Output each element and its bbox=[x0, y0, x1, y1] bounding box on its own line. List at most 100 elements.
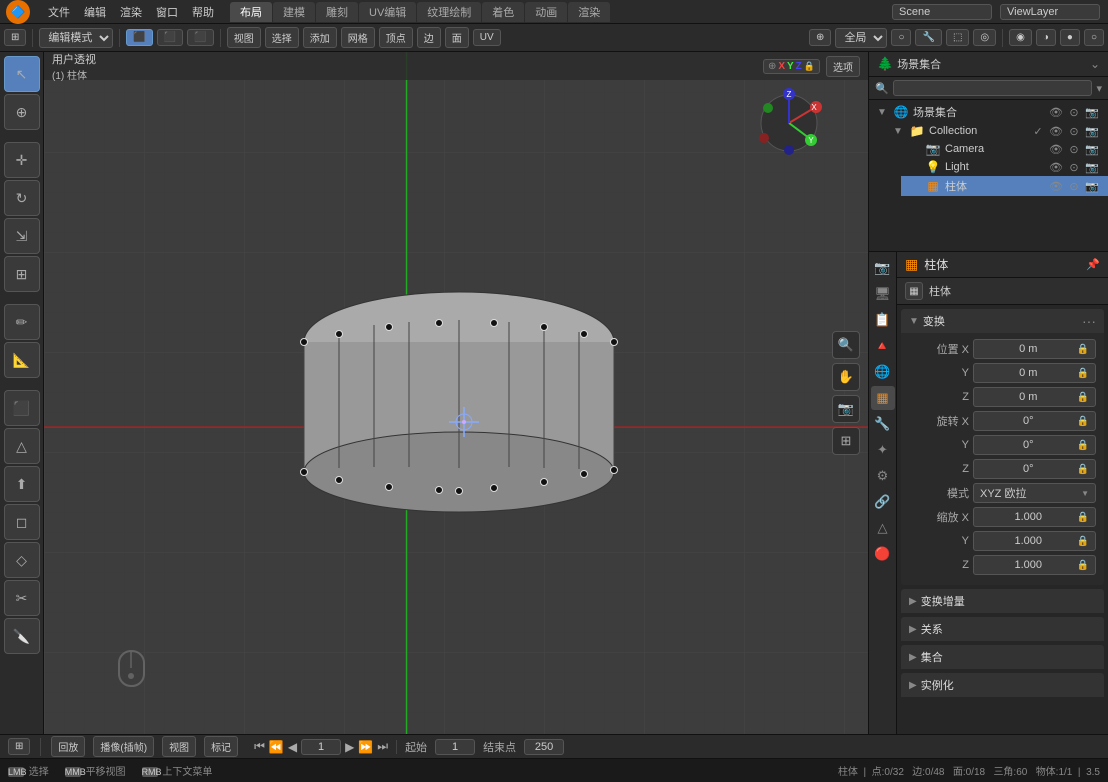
pan-btn[interactable]: ✋ bbox=[832, 363, 860, 391]
viewport-shading-1[interactable]: ◉ bbox=[1009, 29, 1032, 46]
prop-tab-modifier[interactable]: 🔧 bbox=[871, 412, 895, 436]
scale-x-field[interactable]: 1.000 🔒 bbox=[973, 507, 1096, 527]
scene-name-input[interactable] bbox=[892, 4, 992, 20]
menu-window[interactable]: 窗口 bbox=[150, 2, 184, 22]
cyl-sel-icon[interactable]: ⊙ bbox=[1066, 180, 1082, 193]
transform-options[interactable]: ··· bbox=[1082, 313, 1096, 329]
cyl-vis-icon[interactable]: 👁 bbox=[1048, 180, 1064, 193]
step-back-btn[interactable]: ◀ bbox=[288, 740, 297, 754]
rot-x-lock[interactable]: 🔒 bbox=[1077, 416, 1089, 427]
outliner-collection[interactable]: ▼ 📁 Collection ✓ 👁 ⊙ 📷 bbox=[885, 122, 1108, 140]
relations-header[interactable]: ▶ 关系 bbox=[901, 617, 1104, 641]
end-frame-field[interactable]: 250 bbox=[524, 739, 564, 755]
prop-tab-particles[interactable]: ✦ bbox=[871, 438, 895, 462]
annotate-tool[interactable]: ✏ bbox=[4, 304, 40, 340]
jump-back-btn[interactable]: ⏪ bbox=[269, 740, 284, 754]
z-axis-btn[interactable]: Z bbox=[796, 61, 802, 72]
menu-edit[interactable]: 编辑 bbox=[78, 2, 112, 22]
rotate-tool[interactable]: ↻ bbox=[4, 180, 40, 216]
pos-y-field[interactable]: 0 m 🔒 bbox=[973, 363, 1096, 383]
step-fwd-btn[interactable]: ⏩ bbox=[358, 740, 373, 754]
light-sel-icon[interactable]: ⊙ bbox=[1066, 161, 1082, 174]
workspace-tab-layout[interactable]: 布局 bbox=[230, 2, 272, 22]
xray-btn[interactable]: ◎ bbox=[973, 29, 996, 46]
viewport-options-btn[interactable]: 选项 bbox=[826, 56, 860, 77]
workspace-tab-modeling[interactable]: 建模 bbox=[273, 2, 315, 22]
playback-btn[interactable]: 回放 bbox=[51, 736, 85, 757]
cam-vis-icon[interactable]: 👁 bbox=[1048, 143, 1064, 156]
select-tool[interactable]: ↖ bbox=[4, 56, 40, 92]
render-icon[interactable]: 📷 bbox=[1084, 106, 1100, 119]
cam-sel-icon[interactable]: ⊙ bbox=[1066, 143, 1082, 156]
scale-x-lock[interactable]: 🔒 bbox=[1077, 512, 1089, 523]
menu-render[interactable]: 渲染 bbox=[114, 2, 148, 22]
extrude-tool[interactable]: ⬆ bbox=[4, 466, 40, 502]
workspace-tab-animation[interactable]: 动画 bbox=[525, 2, 567, 22]
outliner-camera[interactable]: ▶ 📷 Camera 👁 ⊙ 📷 bbox=[901, 140, 1108, 158]
outliner-options[interactable]: ⌄ bbox=[1090, 57, 1100, 71]
edge-menu-btn[interactable]: 边 bbox=[417, 27, 441, 48]
move-tool[interactable]: ✛ bbox=[4, 142, 40, 178]
jump-end-btn[interactable]: ⏭ bbox=[377, 739, 388, 754]
rot-x-field[interactable]: 0° 🔒 bbox=[973, 411, 1096, 431]
outliner-search-input[interactable] bbox=[893, 80, 1093, 96]
collection-header[interactable]: ▶ 集合 bbox=[901, 645, 1104, 669]
workspace-tab-texture[interactable]: 纹理绘制 bbox=[417, 2, 481, 22]
start-frame-field[interactable]: 1 bbox=[435, 739, 475, 755]
outliner-scene-collection[interactable]: ▼ 🌐 场景集合 👁 ⊙ 📷 bbox=[869, 102, 1108, 122]
workspace-tab-uv[interactable]: UV编辑 bbox=[359, 2, 416, 22]
bevel-tool[interactable]: ◇ bbox=[4, 542, 40, 578]
transform-tool[interactable]: ⊞ bbox=[4, 256, 40, 292]
vertex-menu-btn[interactable]: 顶点 bbox=[379, 27, 413, 48]
scale-z-lock[interactable]: 🔒 bbox=[1077, 560, 1089, 571]
edit-mode-select[interactable]: 编辑模式 bbox=[39, 28, 113, 48]
timeline-editor-type[interactable]: ⊞ bbox=[8, 738, 30, 755]
loop-cut-tool[interactable]: ✂ bbox=[4, 580, 40, 616]
snap-btn[interactable]: 🔧 bbox=[915, 29, 941, 46]
outliner-cylinder[interactable]: ▶ ▦ 柱体 👁 ⊙ 📷 bbox=[901, 176, 1108, 196]
editor-type-btn[interactable]: ⊞ bbox=[4, 29, 26, 46]
prop-tab-material[interactable]: 🔴 bbox=[871, 542, 895, 566]
cam-ren-icon[interactable]: 📷 bbox=[1084, 143, 1100, 156]
select-menu-btn[interactable]: 选择 bbox=[265, 27, 299, 48]
col-render-icon[interactable]: ⊙ bbox=[1066, 125, 1082, 138]
view-menu-btn[interactable]: 视图 bbox=[227, 27, 261, 48]
knife-tool[interactable]: 🔪 bbox=[4, 618, 40, 654]
viewlayer-name-input[interactable] bbox=[1000, 4, 1100, 20]
rotation-mode-dropdown[interactable]: XYZ 欧拉 ▼ bbox=[973, 483, 1096, 503]
jump-start-btn[interactable]: ⏮ bbox=[254, 739, 265, 754]
face-menu-btn[interactable]: 面 bbox=[445, 27, 469, 48]
viewport-shading-2[interactable]: ◑ bbox=[1036, 29, 1056, 46]
x-axis-btn[interactable]: X bbox=[778, 61, 785, 72]
cursor-tool[interactable]: ⊕ bbox=[4, 94, 40, 130]
scale-y-lock[interactable]: 🔒 bbox=[1077, 536, 1089, 547]
mesh-menu-btn[interactable]: 网格 bbox=[341, 27, 375, 48]
measure-tool[interactable]: 📐 bbox=[4, 342, 40, 378]
prop-tab-output[interactable]: 🖥 bbox=[871, 282, 895, 306]
scale-z-field[interactable]: 1.000 🔒 bbox=[973, 555, 1096, 575]
prop-tab-world[interactable]: 🌐 bbox=[871, 360, 895, 384]
global-select[interactable]: 全局 bbox=[835, 28, 887, 48]
add-menu-btn[interactable]: 添加 bbox=[303, 27, 337, 48]
uv-menu-btn[interactable]: UV bbox=[473, 29, 501, 46]
delta-transform-header[interactable]: ▶ 变换增量 bbox=[901, 589, 1104, 613]
instancing-header[interactable]: ▶ 实例化 bbox=[901, 673, 1104, 697]
cyl-ren-icon[interactable]: 📷 bbox=[1084, 180, 1100, 193]
pos-z-field[interactable]: 0 m 🔒 bbox=[973, 387, 1096, 407]
pos-x-lock[interactable]: 🔒 bbox=[1077, 344, 1089, 355]
light-vis-icon[interactable]: 👁 bbox=[1048, 161, 1064, 174]
inset-tool[interactable]: ◻ bbox=[4, 504, 40, 540]
viewport[interactable]: 用户透视 (1) 柱体 ⊕ X Y Z 🔒 选项 bbox=[44, 52, 868, 734]
view-btn[interactable]: 视图 bbox=[162, 736, 196, 757]
add-cone-tool[interactable]: △ bbox=[4, 428, 40, 464]
select-icon[interactable]: ⊙ bbox=[1066, 106, 1082, 119]
overlay-btn[interactable]: ⬚ bbox=[946, 29, 969, 46]
col-vis-icon[interactable]: ✓ bbox=[1030, 125, 1046, 138]
prop-tab-object[interactable]: ▦ bbox=[871, 386, 895, 410]
menu-help[interactable]: 帮助 bbox=[186, 2, 220, 22]
marker-btn[interactable]: 标记 bbox=[204, 736, 238, 757]
add-cube-tool[interactable]: ⬛ bbox=[4, 390, 40, 426]
camera-btn[interactable]: 📷 bbox=[832, 395, 860, 423]
face-mode-btn[interactable]: ⬛ bbox=[187, 29, 213, 46]
pin-icon[interactable]: 📌 bbox=[1086, 258, 1100, 271]
